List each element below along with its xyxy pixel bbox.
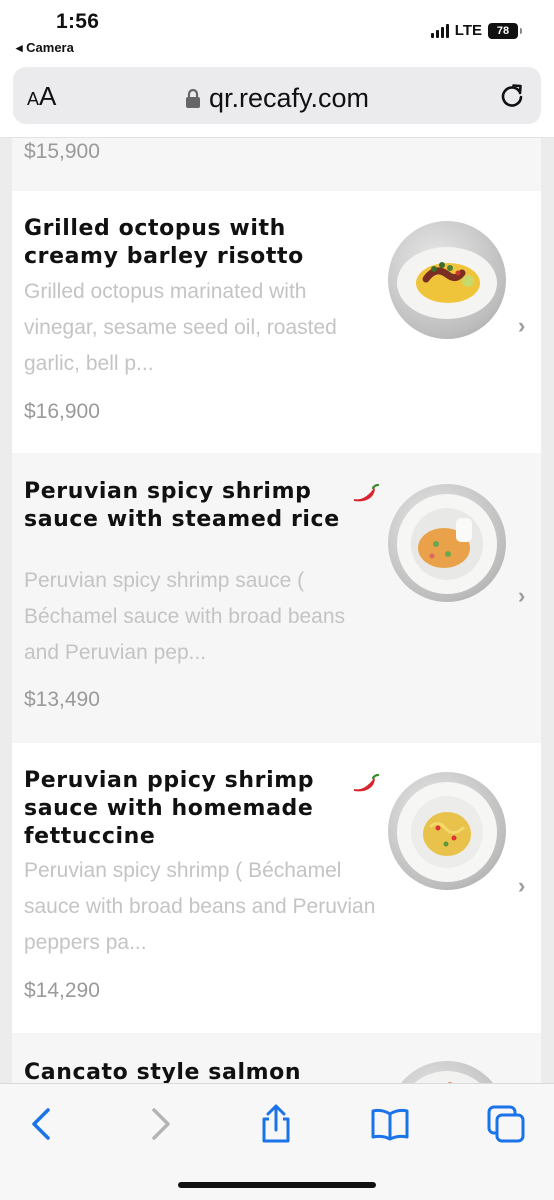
network-label: LTE xyxy=(454,22,482,39)
reload-icon[interactable] xyxy=(499,83,525,109)
url-display[interactable]: qr.recafy.com xyxy=(13,83,541,114)
battery-level: 78 xyxy=(496,24,510,37)
dish-price: $15,900 xyxy=(24,140,100,163)
dish-price: $16,900 xyxy=(24,400,100,423)
chevron-right-icon[interactable]: › xyxy=(518,313,525,339)
url-text: qr.recafy.com xyxy=(208,83,370,113)
dish-name: Peruvian spicy shrimp sauce with steamed… xyxy=(24,479,340,532)
menu-list: $15,900 Grilled octopus with creamy barl… xyxy=(0,138,554,1083)
chevron-right-icon[interactable]: › xyxy=(518,583,525,609)
chevron-right-icon[interactable]: › xyxy=(518,873,525,899)
address-bar[interactable]: AA qr.recafy.com xyxy=(13,67,541,124)
signal-icon xyxy=(430,23,449,38)
back-to-camera-link[interactable]: ◂ Camera xyxy=(16,40,74,56)
lock-icon xyxy=(185,88,200,108)
back-arrow-icon[interactable] xyxy=(22,1104,62,1144)
share-icon[interactable] xyxy=(256,1104,296,1144)
status-bar: 1:56 ◂ Camera LTE 78 xyxy=(0,0,554,62)
browser-address-area: AA qr.recafy.com xyxy=(0,62,554,138)
chili-pepper-icon xyxy=(354,773,380,792)
dish-image xyxy=(388,484,506,602)
menu-item[interactable]: Cancato style salmon xyxy=(12,1033,541,1083)
menu-item[interactable]: Peruvian spicy shrimp sauce with steamed… xyxy=(12,453,541,743)
chili-pepper-icon xyxy=(354,483,380,502)
bookmarks-icon[interactable] xyxy=(370,1104,410,1144)
browser-toolbar xyxy=(0,1083,554,1200)
dish-image xyxy=(388,772,506,890)
battery-icon: 78 xyxy=(488,22,522,39)
menu-item-previous[interactable]: $15,900 xyxy=(12,138,541,191)
forward-arrow-icon[interactable] xyxy=(140,1104,180,1144)
dish-price: $14,290 xyxy=(24,979,100,1002)
dish-image xyxy=(388,1061,506,1083)
dish-description: Grilled octopus marinated with vinegar, … xyxy=(24,280,337,375)
dish-image xyxy=(388,221,506,339)
dish-description: Peruvian spicy shrimp sauce ( Béchamel s… xyxy=(24,569,346,664)
tabs-icon[interactable] xyxy=(486,1104,526,1144)
dish-name: Peruvian ppicy shrimp sauce with homemad… xyxy=(24,768,315,849)
menu-item[interactable]: Grilled octopus with creamy barley risot… xyxy=(12,191,541,453)
menu-item[interactable]: Peruvian ppicy shrimp sauce with homemad… xyxy=(12,743,541,1033)
home-indicator xyxy=(178,1182,376,1188)
dish-name: Grilled octopus with creamy barley risot… xyxy=(24,216,304,269)
status-time: 1:56 xyxy=(56,10,100,33)
status-indicators: LTE 78 xyxy=(430,22,522,39)
dish-price: $13,490 xyxy=(24,688,100,711)
dish-name: Cancato style salmon xyxy=(24,1060,302,1083)
dish-description: Peruvian spicy shrimp ( Béchamel sauce w… xyxy=(24,859,376,954)
